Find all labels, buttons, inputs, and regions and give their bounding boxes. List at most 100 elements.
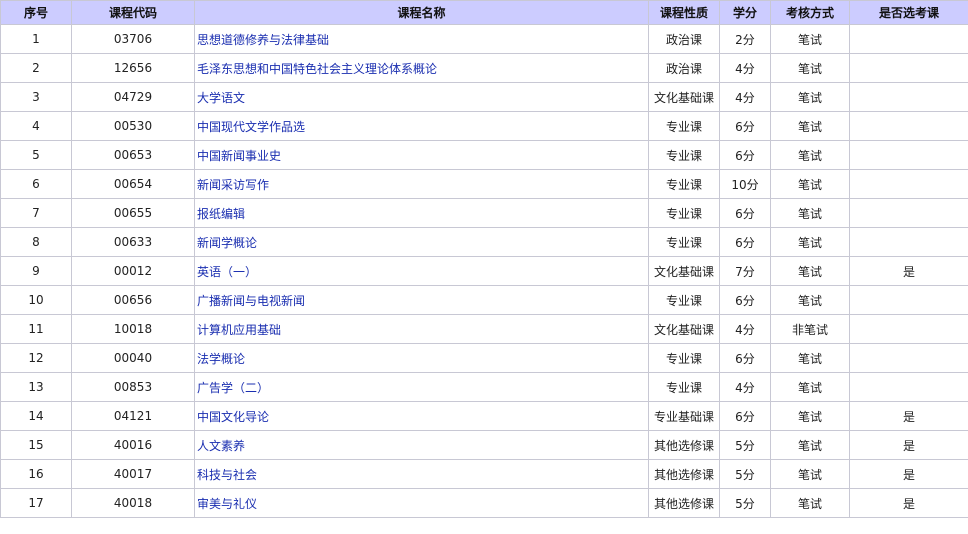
cell-index: 17 xyxy=(0,488,72,518)
course-name-link[interactable]: 报纸编辑 xyxy=(197,207,245,221)
cell-name: 思想道德修养与法律基础 xyxy=(194,24,649,54)
cell-elective: 是 xyxy=(849,488,968,518)
table-row: 15 40016 人文素养 其他选修课 5分 笔试 是 xyxy=(0,430,968,460)
table-row: 3 04729 大学语文 文化基础课 4分 笔试 xyxy=(0,82,968,112)
header-elective: 是否选考课 xyxy=(849,0,968,25)
cell-code: 04729 xyxy=(71,82,195,112)
cell-index: 11 xyxy=(0,314,72,344)
course-name-link[interactable]: 计算机应用基础 xyxy=(197,323,281,337)
cell-elective xyxy=(849,82,968,112)
table-row: 12 00040 法学概论 专业课 6分 笔试 xyxy=(0,343,968,373)
cell-type: 文化基础课 xyxy=(648,256,720,286)
cell-code: 04121 xyxy=(71,401,195,431)
course-name-link[interactable]: 审美与礼仪 xyxy=(197,497,257,511)
course-name-link[interactable]: 人文素养 xyxy=(197,439,245,453)
cell-exam: 笔试 xyxy=(770,488,850,518)
table-row: 17 40018 审美与礼仪 其他选修课 5分 笔试 是 xyxy=(0,488,968,518)
table-row: 11 10018 计算机应用基础 文化基础课 4分 非笔试 xyxy=(0,314,968,344)
cell-index: 8 xyxy=(0,227,72,257)
course-name-link[interactable]: 科技与社会 xyxy=(197,468,257,482)
cell-credits: 6分 xyxy=(719,401,771,431)
cell-type: 专业课 xyxy=(648,285,720,315)
cell-index: 13 xyxy=(0,372,72,402)
cell-code: 40017 xyxy=(71,459,195,489)
cell-name: 新闻采访写作 xyxy=(194,169,649,199)
cell-exam: 笔试 xyxy=(770,430,850,460)
table-row: 6 00654 新闻采访写作 专业课 10分 笔试 xyxy=(0,169,968,199)
table-row: 9 00012 英语（一） 文化基础课 7分 笔试 是 xyxy=(0,256,968,286)
cell-elective xyxy=(849,343,968,373)
table-row: 5 00653 中国新闻事业史 专业课 6分 笔试 xyxy=(0,140,968,170)
cell-exam: 笔试 xyxy=(770,169,850,199)
cell-elective: 是 xyxy=(849,430,968,460)
cell-credits: 6分 xyxy=(719,227,771,257)
header-row: 序号 课程代码 课程名称 课程性质 学分 考核方式 是否选考课 xyxy=(0,0,968,25)
header-code: 课程代码 xyxy=(71,0,195,25)
cell-code: 00656 xyxy=(71,285,195,315)
header-name: 课程名称 xyxy=(194,0,649,25)
cell-exam: 非笔试 xyxy=(770,314,850,344)
course-name-link[interactable]: 毛泽东思想和中国特色社会主义理论体系概论 xyxy=(197,62,437,76)
cell-name: 大学语文 xyxy=(194,82,649,112)
cell-elective xyxy=(849,169,968,199)
cell-name: 中国文化导论 xyxy=(194,401,649,431)
cell-credits: 10分 xyxy=(719,169,771,199)
cell-type: 专业基础课 xyxy=(648,401,720,431)
cell-type: 专业课 xyxy=(648,227,720,257)
cell-credits: 4分 xyxy=(719,82,771,112)
cell-exam: 笔试 xyxy=(770,111,850,141)
cell-code: 00653 xyxy=(71,140,195,170)
cell-name: 英语（一） xyxy=(194,256,649,286)
table-body: 1 03706 思想道德修养与法律基础 政治课 2分 笔试 2 12656 毛泽… xyxy=(0,24,968,518)
cell-type: 政治课 xyxy=(648,24,720,54)
course-table: 序号 课程代码 课程名称 课程性质 学分 考核方式 是否选考课 1 03706 … xyxy=(0,0,968,518)
cell-index: 7 xyxy=(0,198,72,228)
table-row: 1 03706 思想道德修养与法律基础 政治课 2分 笔试 xyxy=(0,24,968,54)
cell-credits: 7分 xyxy=(719,256,771,286)
cell-elective: 是 xyxy=(849,459,968,489)
cell-credits: 6分 xyxy=(719,285,771,315)
cell-exam: 笔试 xyxy=(770,227,850,257)
course-name-link[interactable]: 中国现代文学作品选 xyxy=(197,120,305,134)
course-name-link[interactable]: 思想道德修养与法律基础 xyxy=(197,33,329,47)
course-name-link[interactable]: 英语（一） xyxy=(197,265,257,279)
header-index: 序号 xyxy=(0,0,72,25)
table-row: 13 00853 广告学（二） 专业课 4分 笔试 xyxy=(0,372,968,402)
cell-type: 专业课 xyxy=(648,169,720,199)
cell-name: 法学概论 xyxy=(194,343,649,373)
cell-elective xyxy=(849,372,968,402)
cell-exam: 笔试 xyxy=(770,285,850,315)
table-row: 10 00656 广播新闻与电视新闻 专业课 6分 笔试 xyxy=(0,285,968,315)
cell-index: 14 xyxy=(0,401,72,431)
cell-name: 报纸编辑 xyxy=(194,198,649,228)
cell-index: 10 xyxy=(0,285,72,315)
cell-name: 人文素养 xyxy=(194,430,649,460)
table-row: 8 00633 新闻学概论 专业课 6分 笔试 xyxy=(0,227,968,257)
course-name-link[interactable]: 广播新闻与电视新闻 xyxy=(197,294,305,308)
cell-elective xyxy=(849,53,968,83)
course-name-link[interactable]: 广告学（二） xyxy=(197,381,269,395)
cell-name: 审美与礼仪 xyxy=(194,488,649,518)
course-name-link[interactable]: 新闻采访写作 xyxy=(197,178,269,192)
cell-name: 中国新闻事业史 xyxy=(194,140,649,170)
cell-elective xyxy=(849,227,968,257)
cell-credits: 2分 xyxy=(719,24,771,54)
cell-code: 40018 xyxy=(71,488,195,518)
cell-name: 新闻学概论 xyxy=(194,227,649,257)
cell-code: 40016 xyxy=(71,430,195,460)
course-name-link[interactable]: 新闻学概论 xyxy=(197,236,257,250)
cell-code: 03706 xyxy=(71,24,195,54)
cell-type: 文化基础课 xyxy=(648,82,720,112)
course-name-link[interactable]: 中国新闻事业史 xyxy=(197,149,281,163)
cell-credits: 6分 xyxy=(719,140,771,170)
cell-code: 00654 xyxy=(71,169,195,199)
cell-index: 6 xyxy=(0,169,72,199)
course-name-link[interactable]: 中国文化导论 xyxy=(197,410,269,424)
cell-exam: 笔试 xyxy=(770,459,850,489)
table-row: 4 00530 中国现代文学作品选 专业课 6分 笔试 xyxy=(0,111,968,141)
course-name-link[interactable]: 大学语文 xyxy=(197,91,245,105)
course-name-link[interactable]: 法学概论 xyxy=(197,352,245,366)
cell-name: 中国现代文学作品选 xyxy=(194,111,649,141)
cell-exam: 笔试 xyxy=(770,372,850,402)
table-row: 2 12656 毛泽东思想和中国特色社会主义理论体系概论 政治课 4分 笔试 xyxy=(0,53,968,83)
